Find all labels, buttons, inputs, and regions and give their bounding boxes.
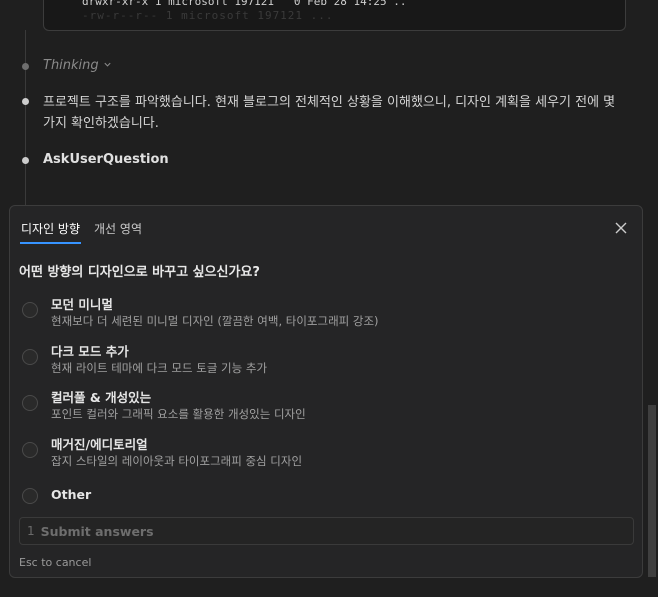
option-dark-mode[interactable]: 다크 모드 추가 현재 라이트 테마에 다크 모드 토글 기능 추가	[22, 339, 622, 386]
radio-button[interactable]	[22, 395, 38, 411]
terminal-output: drwxr-xr-x 1 microsoft 197121 0 Feb 28 1…	[43, 0, 626, 31]
radio-button[interactable]	[22, 441, 38, 458]
option-description: 잡지 스타일의 레이아웃과 타이포그래피 중심 디자인	[51, 453, 303, 468]
question-text: 어떤 방향의 디자인으로 바꾸고 싶으신가요?	[19, 265, 260, 280]
timeline-bullet	[22, 63, 29, 70]
option-label: 다크 모드 추가	[51, 343, 129, 359]
tab-design-direction[interactable]: 디자인 방향	[20, 218, 82, 244]
option-description: 현재보다 더 세련된 미니멀 디자인 (깔끔한 여백, 타이포그래피 강조)	[51, 314, 379, 328]
option-description: 포인트 컬러와 그래픽 요소를 활용한 개성있는 디자인	[51, 407, 306, 421]
submit-count: 1	[27, 524, 35, 538]
option-label: 컬러풀 & 개성있는	[51, 390, 152, 405]
close-icon[interactable]	[614, 220, 628, 234]
timeline-bullet	[22, 98, 29, 105]
timeline-line	[25, 30, 26, 206]
radio-button[interactable]	[22, 348, 38, 365]
tab-improvement-area[interactable]: 개선 영역	[93, 218, 143, 244]
radio-button[interactable]	[22, 302, 38, 318]
option-label: 모던 미니멀	[51, 297, 113, 312]
terminal-line: drwxr-xr-x 1 microsoft 197121 0 Feb 28 1…	[82, 0, 407, 8]
option-modern-minimal[interactable]: 모던 미니멀 현재보다 더 세련된 미니멀 디자인 (깔끔한 여백, 타이포그래…	[22, 292, 622, 339]
question-panel: 디자인 방향 개선 영역 어떤 방향의 디자인으로 바꾸고 싶으신가요? 모던 …	[9, 205, 643, 578]
thinking-label: Thinking	[43, 58, 99, 73]
radio-button[interactable]	[22, 488, 38, 504]
esc-hint: Esc to cancel	[19, 556, 92, 569]
option-magazine[interactable]: 매거진/에디토리얼 잡지 스타일의 레이아웃과 타이포그래피 중심 디자인	[22, 432, 622, 479]
option-description: 현재 라이트 테마에 다크 모드 토글 기능 추가	[51, 360, 268, 375]
chevron-down-icon	[103, 60, 112, 72]
thinking-toggle[interactable]: Thinking	[43, 58, 112, 73]
terminal-ghost-line: -rw-r--r-- 1 microsoft 197121 ...	[82, 9, 334, 22]
assistant-message: 프로젝트 구조를 파악했습니다. 현재 블로그의 전체적인 상황을 이해했으니,…	[43, 95, 616, 131]
submit-label: Submit answers	[40, 523, 154, 539]
panel-tabs: 디자인 방향 개선 영역	[20, 218, 143, 244]
scrollbar-thumb[interactable]	[648, 405, 656, 577]
option-label: Other	[51, 487, 92, 502]
submit-answers-button[interactable]: 1 Submit answers	[19, 517, 634, 545]
option-colorful[interactable]: 컬러풀 & 개성있는 포인트 컬러와 그래픽 요소를 활용한 개성있는 디자인	[22, 385, 622, 432]
tool-call-name: AskUserQuestion	[43, 152, 169, 167]
timeline-bullet	[22, 157, 29, 164]
option-label: 매거진/에디토리얼	[51, 436, 148, 452]
options-list: 모던 미니멀 현재보다 더 세련된 미니멀 디자인 (깔끔한 여백, 타이포그래…	[22, 292, 622, 525]
